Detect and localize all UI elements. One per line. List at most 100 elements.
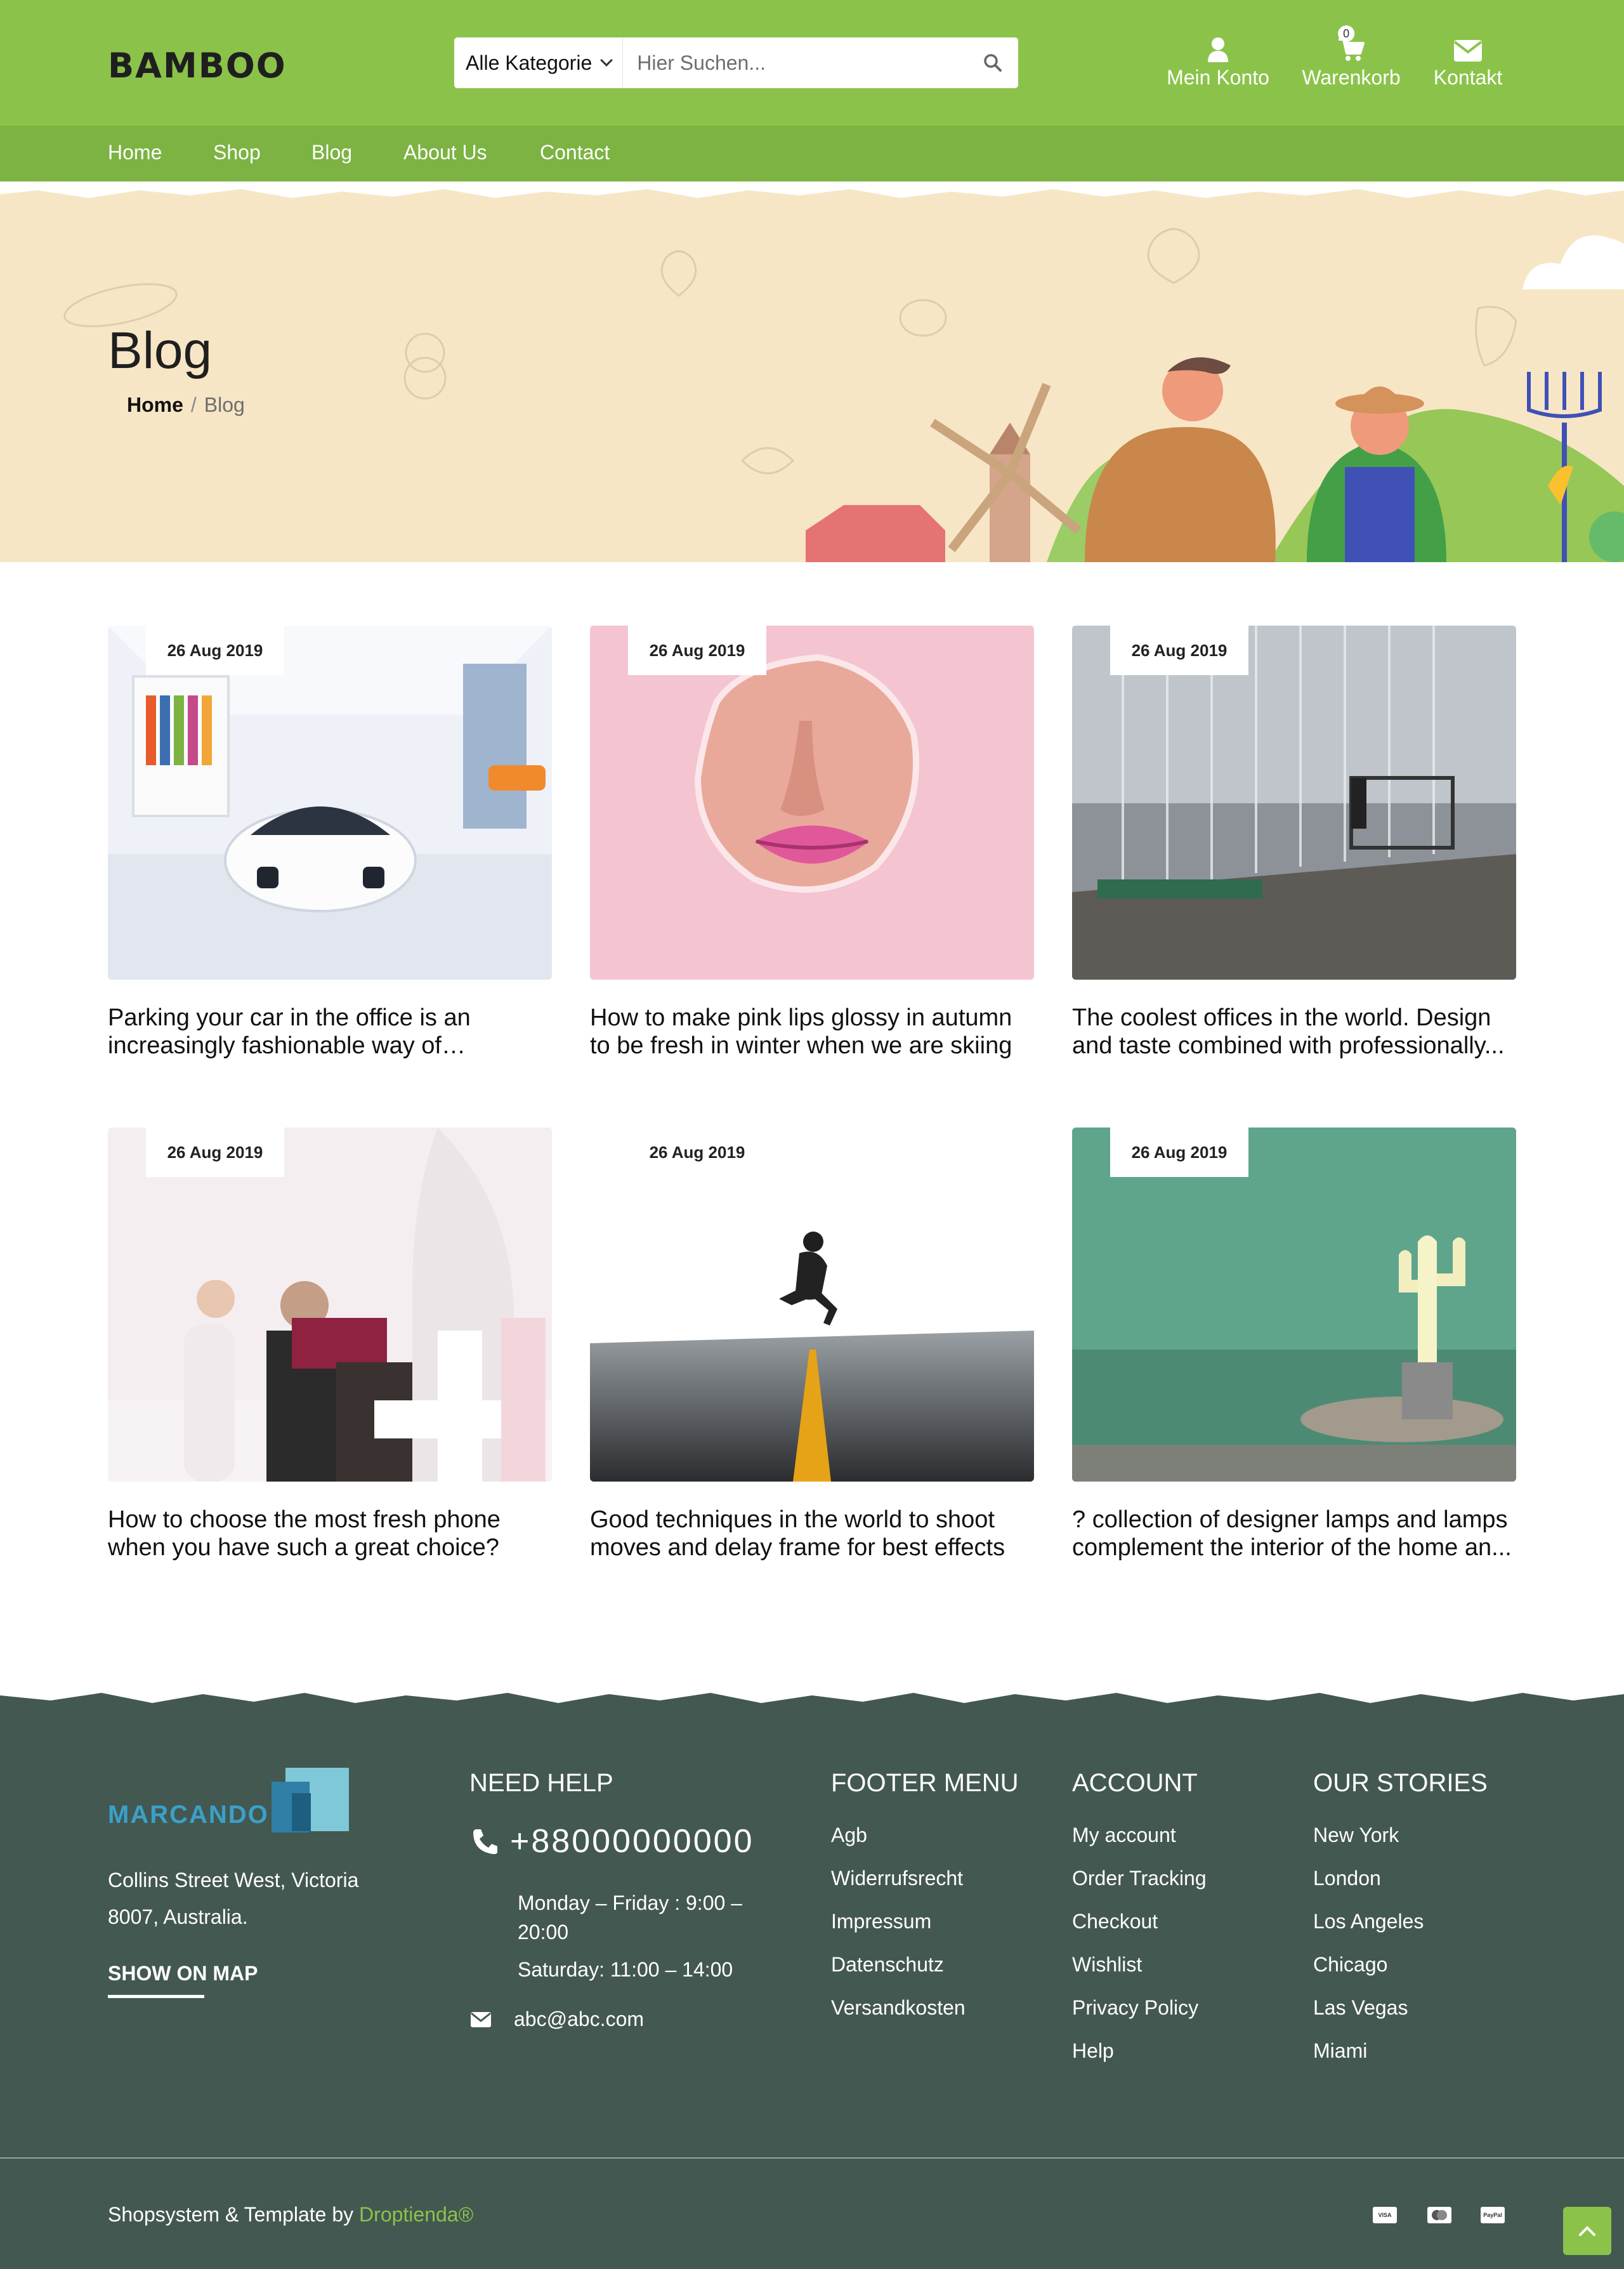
footer-menu-item[interactable]: Widerrufsrecht — [831, 1867, 966, 1910]
footer-menu-heading: FOOTER MENU — [831, 1769, 1019, 1797]
envelope-icon — [1453, 40, 1483, 62]
story-link-item[interactable]: London — [1313, 1867, 1424, 1910]
user-icon — [1208, 37, 1228, 62]
post-title[interactable]: How to choose the most fresh phone when … — [108, 1506, 552, 1562]
story-link-item[interactable]: Los Angeles — [1313, 1910, 1424, 1953]
chevron-up-icon — [1579, 2226, 1595, 2236]
pink-lips-image — [590, 626, 1034, 980]
story-link-item[interactable]: Chicago — [1313, 1953, 1424, 1996]
show-on-map-link[interactable]: SHOW ON MAP — [108, 1962, 258, 1985]
search-icon — [984, 54, 1002, 72]
copyright-text: Shopsystem & Template by — [108, 2203, 360, 2226]
post-title[interactable]: ? collection of designer lamps and lamps… — [1072, 1506, 1516, 1562]
footer-divider — [0, 2157, 1624, 2159]
breadcrumb-separator: / — [190, 393, 197, 416]
breadcrumb-home[interactable]: Home — [127, 393, 183, 416]
phone-icon — [473, 1829, 497, 1855]
story-link-item[interactable]: Las Vegas — [1313, 1996, 1424, 2039]
search-input[interactable] — [623, 37, 967, 88]
car-showroom-image — [108, 626, 552, 980]
post-image-pink-lips[interactable]: 26 Aug 2019 — [590, 626, 1034, 980]
nav-about-us[interactable]: About Us — [403, 141, 487, 164]
droptienda-link[interactable]: Droptienda® — [359, 2203, 473, 2226]
footer-copyright: Shopsystem & Template by Droptienda® — [108, 2203, 473, 2226]
post-image-car-showroom[interactable]: 26 Aug 2019 — [108, 626, 552, 980]
paypal-icon: PayPal — [1481, 2207, 1505, 2223]
cart-label: Warenkorb — [1302, 66, 1401, 89]
post-date-badge: 26 Aug 2019 — [1110, 1128, 1248, 1177]
footer-menu-item[interactable]: Versandkosten — [831, 1996, 966, 2039]
category-select[interactable]: Alle Kategorie — [454, 37, 624, 88]
blog-post-card[interactable]: 26 Aug 2019 Parking your car in the offi… — [108, 626, 552, 1060]
footer-hours-saturday: Saturday: 11:00 – 14:00 — [518, 1958, 733, 1981]
blog-post-card[interactable]: 26 Aug 2019 How to make pink lips glossy… — [590, 626, 1034, 1060]
blog-post-card[interactable]: 26 Aug 2019 Good techniques in the world… — [590, 1128, 1034, 1562]
office-image — [1072, 626, 1516, 980]
mastercard-icon — [1427, 2207, 1451, 2223]
account-link-item[interactable]: Checkout — [1072, 1910, 1207, 1953]
footer-menu-list: Agb Widerrufsrecht Impressum Datenschutz… — [831, 1824, 966, 2039]
our-stories-heading: OUR STORIES — [1313, 1769, 1488, 1797]
nav-home[interactable]: Home — [108, 141, 162, 164]
contact-link[interactable]: Kontakt — [1429, 30, 1507, 89]
post-title[interactable]: Good techniques in the world to shoot mo… — [590, 1506, 1034, 1562]
site-footer: MARCANDO Collins Street West, Victoria 8… — [0, 1688, 1624, 2269]
account-label: Mein Konto — [1167, 66, 1269, 89]
footer-menu-item[interactable]: Agb — [831, 1824, 966, 1867]
cart-link[interactable]: 0 Warenkorb — [1297, 25, 1406, 89]
account-list: My account Order Tracking Checkout Wishl… — [1072, 1824, 1207, 2082]
footer-hours-weekday: Monday – Friday : 9:00 – 20:00 — [518, 1891, 742, 1943]
post-image-phone-store[interactable]: 26 Aug 2019 — [108, 1128, 552, 1482]
contact-label: Kontakt — [1433, 66, 1503, 89]
page-title: Blog — [108, 322, 213, 379]
post-title[interactable]: The coolest offices in the world. Design… — [1072, 1004, 1516, 1060]
story-link-item[interactable]: New York — [1313, 1824, 1424, 1867]
post-date-badge: 26 Aug 2019 — [146, 1128, 284, 1177]
footer-phone[interactable]: +88000000000 — [471, 1822, 754, 1860]
post-image-cactus-lamp[interactable]: 26 Aug 2019 — [1072, 1128, 1516, 1482]
footer-email-address: abc@abc.com — [514, 2008, 645, 2030]
footer-menu-item[interactable]: Impressum — [831, 1910, 966, 1953]
post-title[interactable]: Parking your car in the office is an inc… — [108, 1004, 552, 1060]
category-select-value: Alle Kategorie — [466, 51, 593, 74]
account-link-item[interactable]: Help — [1072, 2039, 1207, 2082]
blog-post-card[interactable]: 26 Aug 2019 How to choose the most fresh… — [108, 1128, 552, 1562]
story-link-item[interactable]: Miami — [1313, 2039, 1424, 2082]
main-nav: Home Shop Blog About Us Contact — [0, 126, 1624, 181]
post-image-jumping-man[interactable]: 26 Aug 2019 — [590, 1128, 1034, 1482]
footer-menu-item[interactable]: Datenschutz — [831, 1953, 966, 1996]
post-image-office[interactable]: 26 Aug 2019 — [1072, 626, 1516, 980]
blog-post-card[interactable]: 26 Aug 2019 ? collection of designer lam… — [1072, 1128, 1516, 1562]
visa-icon: VISA — [1373, 2207, 1397, 2223]
footer-phone-number: +88000000000 — [510, 1823, 754, 1860]
jumping-man-image — [590, 1128, 1034, 1482]
footer-logo-text: MARCANDO — [108, 1801, 269, 1829]
account-link-item[interactable]: My account — [1072, 1824, 1207, 1867]
post-title[interactable]: How to make pink lips glossy in autumn t… — [590, 1004, 1034, 1060]
breadcrumb-current: Blog — [204, 393, 245, 416]
our-stories-list: New York London Los Angeles Chicago Las … — [1313, 1824, 1424, 2082]
search-bar: Alle Kategorie — [454, 37, 1018, 88]
torn-edge-divider — [0, 1688, 1624, 1703]
account-link[interactable]: Mein Konto — [1165, 30, 1271, 89]
back-to-top-button[interactable] — [1563, 2207, 1611, 2255]
nav-contact[interactable]: Contact — [540, 141, 610, 164]
search-button[interactable] — [967, 37, 1018, 88]
phone-store-image — [108, 1128, 552, 1482]
cart-count-badge: 0 — [1338, 25, 1355, 42]
post-date-badge: 26 Aug 2019 — [146, 626, 284, 675]
show-on-map-underline — [108, 1995, 204, 1998]
cactus-lamp-image — [1072, 1128, 1516, 1482]
account-link-item[interactable]: Wishlist — [1072, 1953, 1207, 1996]
nav-blog[interactable]: Blog — [311, 141, 352, 164]
footer-logo[interactable]: MARCANDO — [108, 1768, 349, 1847]
account-heading: ACCOUNT — [1072, 1769, 1198, 1797]
nav-shop[interactable]: Shop — [213, 141, 261, 164]
blog-post-card[interactable]: 26 Aug 2019 The coolest offices in the w… — [1072, 626, 1516, 1060]
account-link-item[interactable]: Privacy Policy — [1072, 1996, 1207, 2039]
site-logo[interactable]: BAMBOO — [108, 46, 287, 86]
breadcrumb: Home / Blog — [127, 393, 245, 417]
account-link-item[interactable]: Order Tracking — [1072, 1867, 1207, 1910]
footer-email[interactable]: abc@abc.com — [471, 2008, 644, 2031]
post-date-badge: 26 Aug 2019 — [1110, 626, 1248, 675]
